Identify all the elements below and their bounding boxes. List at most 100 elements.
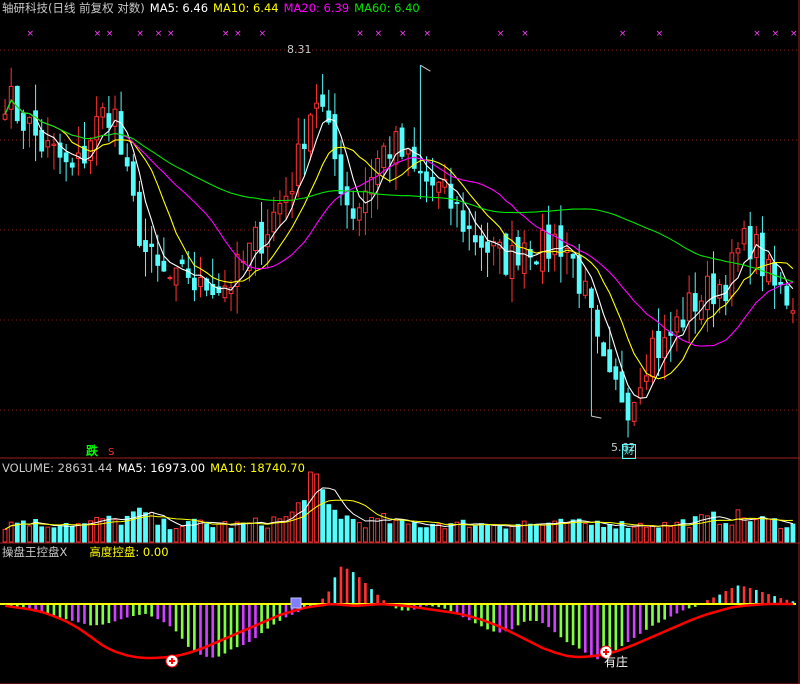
candle-up (741, 228, 747, 245)
fall-signal: 跌 (86, 444, 99, 458)
candle-up (631, 401, 637, 422)
candle-up (8, 85, 14, 110)
candle-down (692, 293, 698, 312)
candle-down (619, 371, 625, 403)
zhuang-label: 有庄 (604, 655, 629, 669)
candle-up (674, 316, 680, 333)
indicator-value: 高度控盘: 0.00 (89, 545, 169, 559)
candle-up (729, 252, 735, 297)
volume-bar-up (705, 515, 710, 543)
top-mark: × (259, 29, 267, 39)
candle-down (503, 233, 509, 275)
candle-down (760, 232, 765, 277)
indicator-red-line (4, 602, 793, 660)
candle-up (356, 207, 362, 221)
candle-down (576, 254, 582, 294)
volume-bar-up (491, 524, 497, 543)
candle-down (20, 112, 26, 131)
candle-up (198, 277, 203, 288)
volume-bar-up (149, 511, 155, 543)
volume-bar-up (45, 526, 51, 543)
volume-bar-up (289, 511, 295, 543)
candle-down (588, 288, 594, 308)
candle-down (485, 241, 490, 253)
volume-bar-down (326, 504, 332, 543)
volume-bar-up (735, 509, 741, 543)
candle-up (289, 191, 295, 195)
volume-bar-up (271, 516, 277, 543)
volume-bar-down (760, 516, 765, 543)
candle-down (784, 285, 790, 306)
candle-up (686, 292, 692, 322)
candle-down (118, 111, 124, 155)
volume-bar-up (295, 502, 301, 543)
candle-down (613, 366, 619, 380)
volume-bar-down (387, 523, 393, 543)
candle-up (650, 337, 655, 378)
volume-bar-down (503, 528, 509, 543)
volume-label: VOLUME: 28631.44 (2, 461, 113, 475)
top-mark: × (222, 29, 230, 39)
candle-up (45, 140, 51, 148)
volume-bar-down (534, 523, 539, 543)
volume-bar-up (631, 526, 637, 543)
volume-bar-up (308, 471, 313, 543)
volume-bar-down (69, 526, 75, 543)
candle-down (155, 254, 161, 266)
volume-bar-up (436, 523, 442, 543)
top-mark: × (167, 29, 175, 39)
volume-bar-down (680, 519, 686, 543)
candle-down (680, 319, 686, 328)
candle-down (472, 235, 478, 243)
volume-bar-up (216, 523, 222, 543)
top-mark: × (94, 29, 102, 39)
candle-up (100, 107, 106, 118)
volume-bar-down (723, 523, 729, 543)
candle-up (662, 337, 668, 359)
candle-down (149, 243, 155, 247)
candle-up (27, 116, 32, 124)
top-mark: × (521, 29, 529, 39)
volume-bar-down (399, 519, 405, 543)
volume-bar-down (546, 522, 552, 543)
volume-bar-down (39, 526, 45, 543)
volume-bar-down (515, 523, 521, 543)
candle-up (295, 143, 301, 186)
volume-bar-down (301, 500, 307, 543)
volume-bar-up (94, 516, 100, 543)
candle-down (570, 253, 576, 259)
volume-bar-up (75, 523, 81, 543)
top-mark: × (356, 29, 364, 39)
price-header: 轴研科技(日线 前复权 对数) MA5: 6.46 MA10: 6.44 MA20: … (2, 1, 425, 15)
candle-down (350, 208, 356, 219)
candle-up (314, 102, 319, 109)
volume-bar-down (204, 523, 210, 543)
volume-bar-down (240, 522, 246, 543)
volume-bar-up (246, 522, 252, 543)
volume-bar-down (259, 525, 264, 543)
volume-bar-down (448, 523, 454, 543)
vol-ma10-label: MA10: 18740.70 (210, 461, 305, 475)
volume-bar-down (137, 507, 142, 543)
top-mark: × (423, 29, 431, 39)
candle-down (63, 152, 69, 163)
chart-svg[interactable]: × × × × × × × × × × × × × × × × × × × × (0, 0, 800, 684)
candle-down (424, 171, 429, 182)
volume-bar-up (766, 518, 771, 543)
candle-down (106, 113, 112, 128)
candle-down (601, 342, 607, 357)
top-mark: × (155, 29, 163, 39)
candle-up (540, 230, 545, 272)
candle-down (625, 392, 631, 421)
candle-down (417, 170, 423, 174)
volume-bar-down (656, 527, 661, 543)
volume-bar-up (356, 522, 362, 543)
candle-up (112, 108, 118, 127)
volume-bar-down (601, 526, 607, 543)
candle-down (387, 154, 393, 159)
volume-bar-up (686, 527, 692, 543)
volume-bar-up (564, 522, 570, 543)
candle-down (143, 240, 148, 253)
candle-down (320, 94, 326, 107)
candle-up (2, 113, 8, 120)
